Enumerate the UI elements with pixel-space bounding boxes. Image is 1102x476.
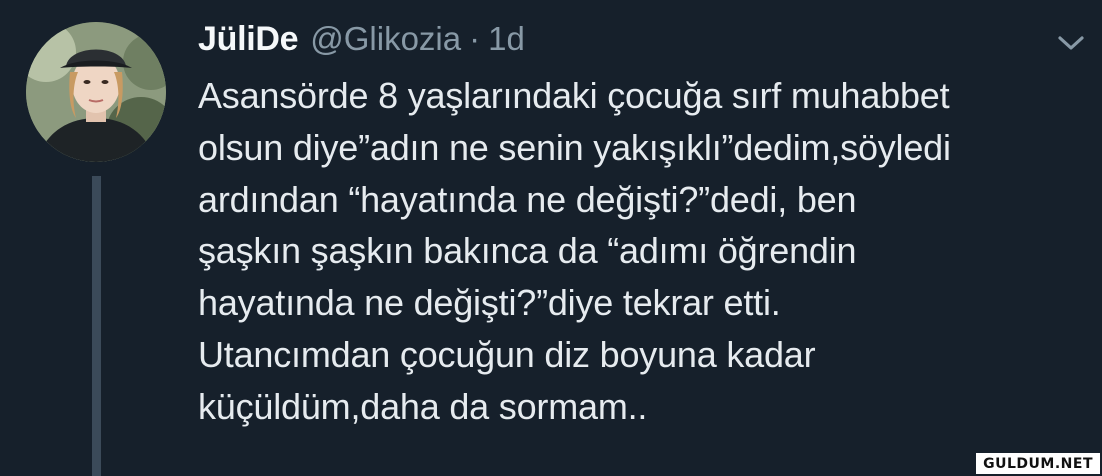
site-watermark: GULDUM.NET — [976, 453, 1100, 474]
tweet-text-line: ardından “hayatında ne değişti?”dedi, be… — [198, 178, 857, 220]
tweet-card: JüliDe @Glikozia · 1d Asansörde 8 yaşlar… — [0, 0, 1102, 476]
thread-line — [92, 176, 101, 476]
tweet-text-line: Asansörde 8 yaşlarındaki çocuğa sırf muh… — [198, 75, 950, 116]
tweet-header: JüliDe @Glikozia · 1d — [198, 20, 525, 66]
tweet-text: Asansörde 8 yaşlarındaki çocuğa sırf muh… — [198, 70, 1088, 433]
tweet-text-line: şaşkın şaşkın bakınca da “adımı öğrendin — [198, 230, 857, 272]
avatar-photo-icon — [26, 22, 166, 162]
chevron-down-icon[interactable] — [1056, 32, 1086, 54]
tweet-text-line: hayatında ne değişti?”diye tekrar etti. — [198, 282, 781, 324]
tweet-text-line: küçüldüm,daha da sormam.. — [198, 385, 648, 427]
avatar[interactable] — [26, 22, 166, 162]
separator-dot: · — [469, 20, 481, 57]
tweet-text-line: olsun diye”adın ne senin yakışıklı”dedim… — [198, 126, 951, 168]
tweet-text-line: Utancımdan çocuğun diz boyuna kadar — [198, 333, 816, 375]
display-name[interactable]: JüliDe — [198, 20, 299, 59]
tweet-timestamp[interactable]: 1d — [488, 20, 525, 58]
user-handle[interactable]: @Glikozia — [310, 20, 461, 58]
